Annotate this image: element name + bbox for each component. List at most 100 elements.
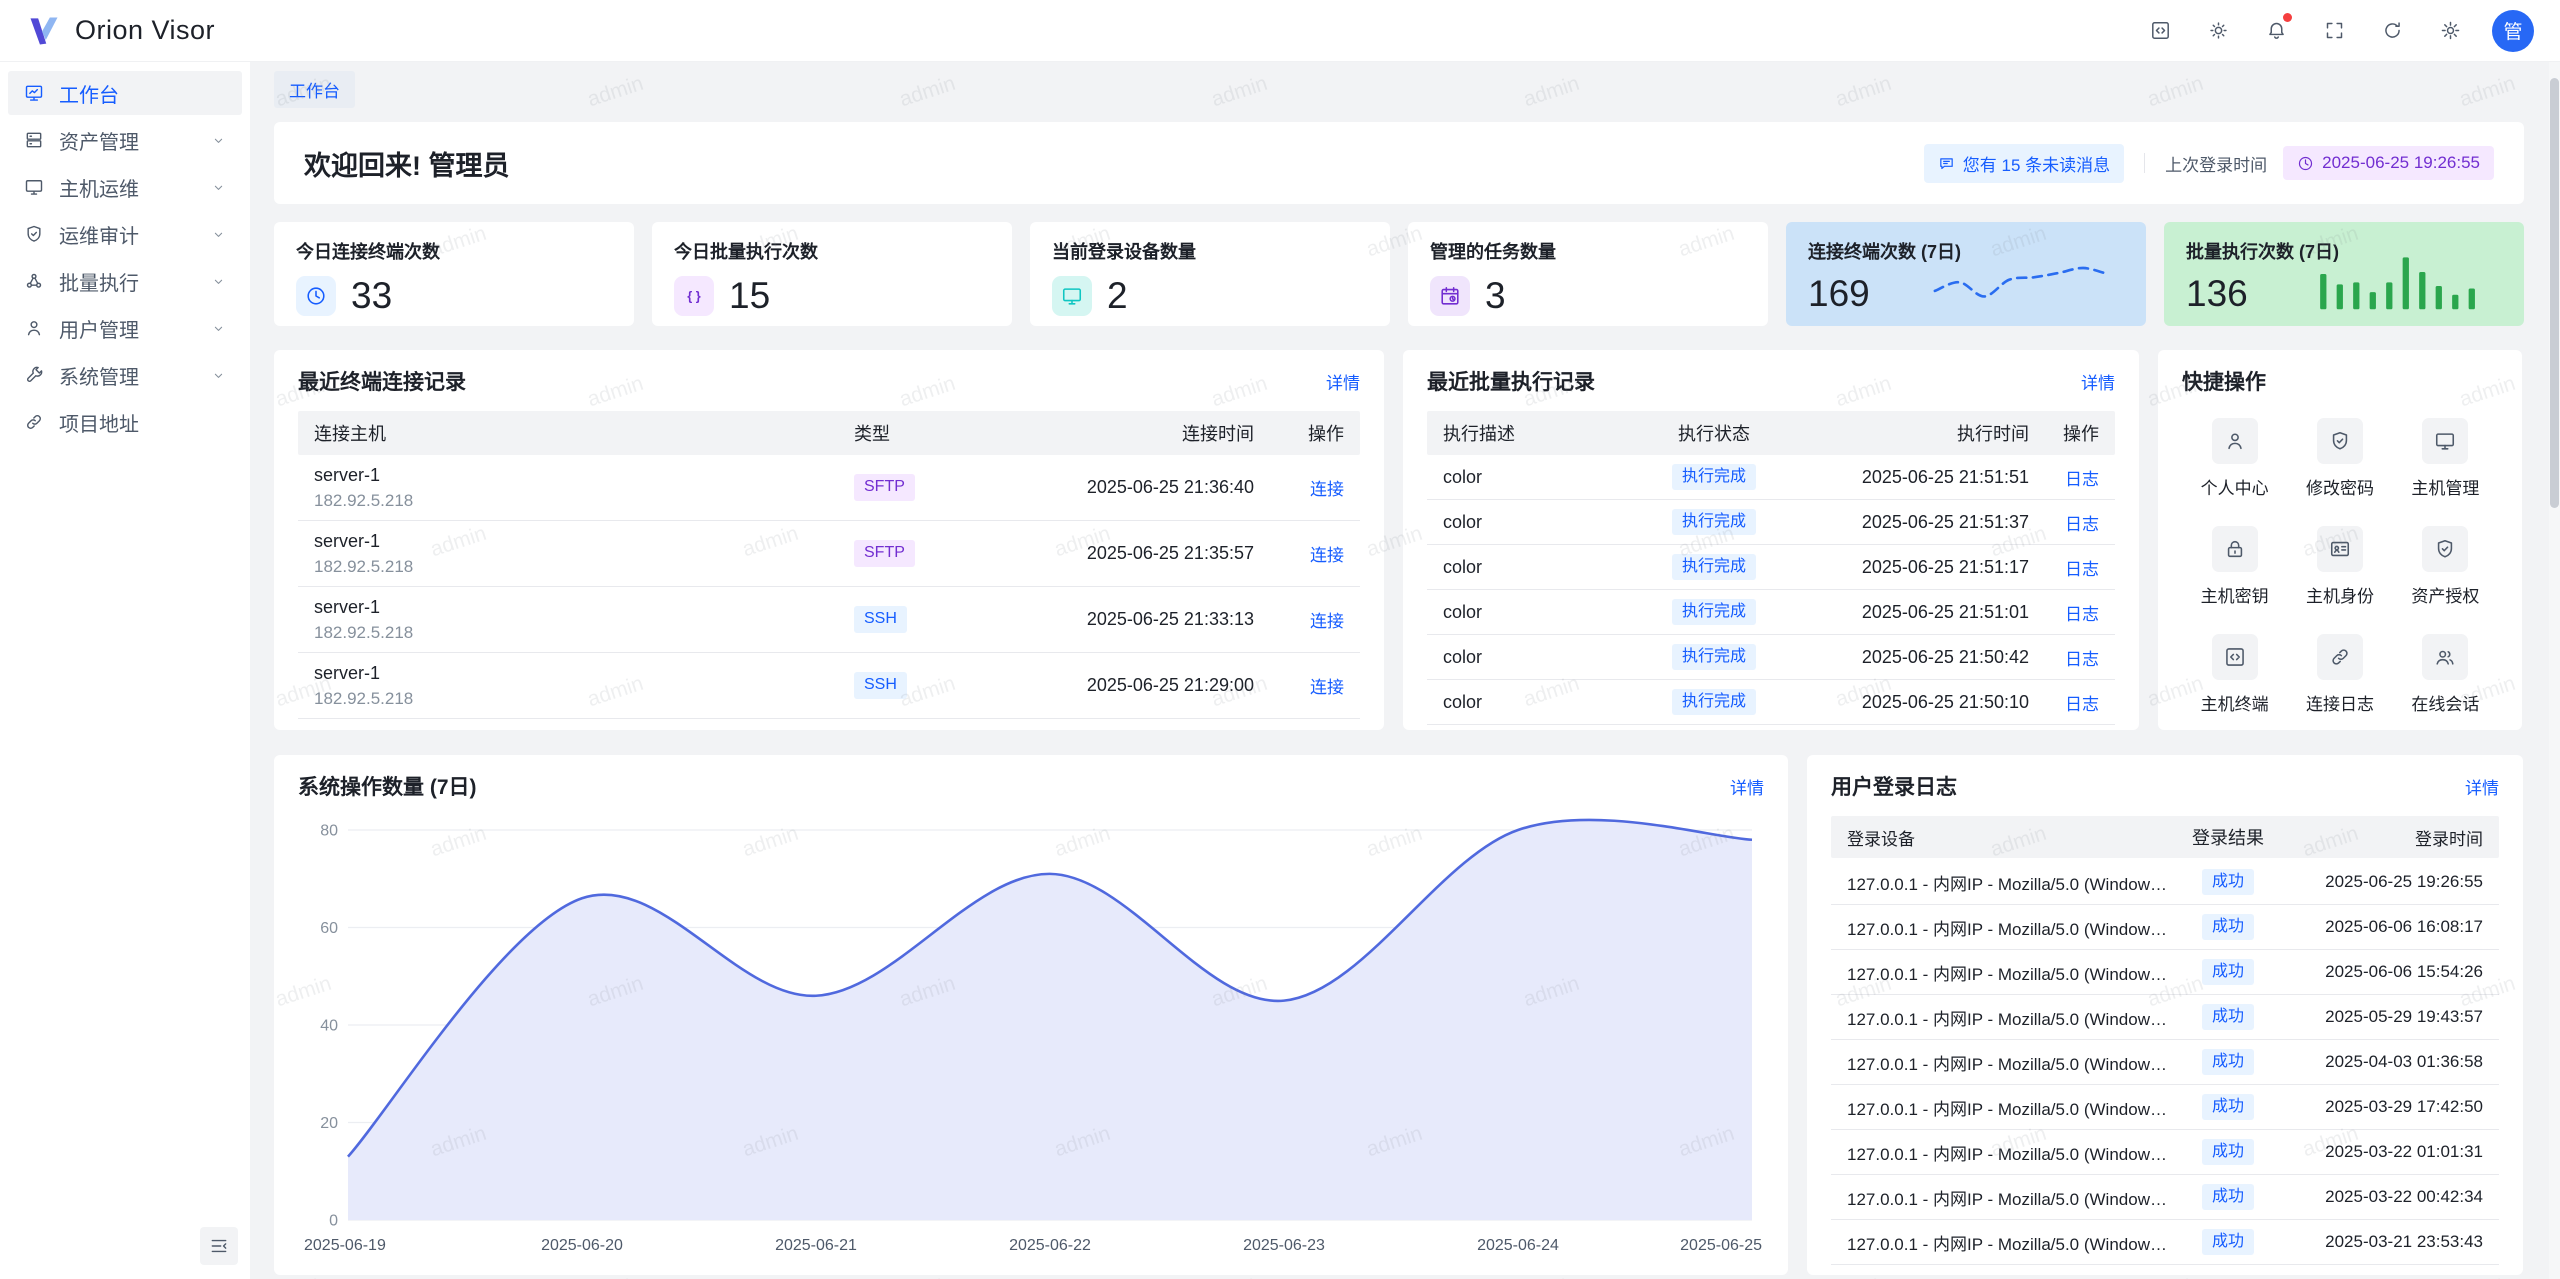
column-header: 执行时间 (1789, 420, 2029, 446)
welcome-meta: 您有 15 条未读消息 上次登录时间 2025-06-25 19:26:55 (1924, 144, 2494, 183)
stat-card-today-terminal-count: 今日连接终端次数33 (274, 222, 634, 326)
stat-card-value-row: 33 (296, 275, 612, 317)
bottom-row: 系统操作数量 (7日) 详情 0204060802025-06-192025-0… (274, 755, 2524, 1275)
host-name: server-1 (314, 465, 854, 486)
quickop-online-session[interactable]: 在线会话 (2393, 634, 2498, 715)
braces-icon: { } (674, 276, 714, 316)
column-header: 执行状态 (1639, 420, 1789, 446)
login-device: 127.0.0.1 - 内网IP - Mozilla/5.0 (Windows … (1847, 1095, 2178, 1120)
table-row: server-1182.92.5.218SSH2025-06-25 21:29:… (298, 653, 1360, 719)
sidebar-item-workbench[interactable]: 工作台 (8, 71, 242, 115)
result-badge: 成功 (2202, 914, 2254, 940)
result-cell: 成功 (2178, 869, 2278, 895)
login-time: 2025-04-03 01:36:58 (2278, 1052, 2483, 1072)
vertical-scrollbar[interactable] (2549, 62, 2560, 1279)
quickop-change-password[interactable]: 修改密码 (2287, 418, 2392, 499)
login-device: 127.0.0.1 - 内网IP - Mozilla/5.0 (Windows … (1847, 1140, 2178, 1165)
lock-icon (2212, 526, 2258, 572)
table-row: color执行完成2025-06-25 21:51:17日志 (1427, 545, 2115, 590)
theme-icon[interactable] (2196, 9, 2240, 53)
system-operations-detail-link[interactable]: 详情 (1730, 774, 1764, 799)
host-cell: server-1182.92.5.218 (314, 663, 854, 709)
last-login-label: 上次登录时间 (2165, 151, 2267, 176)
code-icon (2212, 634, 2258, 680)
action-cell: 连接 (1254, 607, 1344, 632)
log-link[interactable]: 日志 (2065, 650, 2099, 669)
action-cell: 日志 (2029, 600, 2099, 625)
action-cell: 日志 (2029, 510, 2099, 535)
orion-logo-icon (26, 13, 62, 49)
sidebar-collapse-button[interactable] (200, 1227, 238, 1265)
quickop-profile[interactable]: 个人中心 (2182, 418, 2287, 499)
system-operations-title: 系统操作数量 (7日) (298, 771, 477, 801)
action-cell: 连接 (1254, 673, 1344, 698)
sidebar-item-label: 用户管理 (59, 314, 139, 343)
connect-time: 2025-06-25 21:35:57 (974, 543, 1254, 564)
connect-link[interactable]: 连接 (1310, 480, 1344, 499)
quickop-host-manage[interactable]: 主机管理 (2393, 418, 2498, 499)
quick-ops-title: 快捷操作 (2182, 366, 2266, 396)
column-header: 操作 (1254, 420, 1344, 446)
sidebar-item-ops-audit[interactable]: 运维审计 (8, 212, 242, 256)
log-link[interactable]: 日志 (2065, 470, 2099, 489)
sidebar-item-project-link[interactable]: 项目地址 (8, 400, 242, 444)
connect-link[interactable]: 连接 (1310, 546, 1344, 565)
exec-desc: color (1443, 647, 1639, 668)
exec-records-detail-link[interactable]: 详情 (2081, 369, 2115, 394)
quickop-host-key[interactable]: 主机密钥 (2182, 526, 2287, 607)
connect-link[interactable]: 连接 (1310, 612, 1344, 631)
monitor-icon (1052, 276, 1092, 316)
sidebar-item-host-ops[interactable]: 主机运维 (8, 165, 242, 209)
storage-icon (24, 130, 44, 150)
unread-messages-badge[interactable]: 您有 15 条未读消息 (1924, 144, 2124, 183)
quickop-label: 资产授权 (2411, 582, 2479, 607)
column-header: 执行描述 (1443, 420, 1639, 446)
stat-card-value-row: { }15 (674, 275, 990, 317)
table-row: color执行完成2025-06-25 21:51:37日志 (1427, 500, 2115, 545)
stat-card-label: 管理的任务数量 (1430, 238, 1746, 264)
log-link[interactable]: 日志 (2065, 605, 2099, 624)
quickop-label: 在线会话 (2411, 690, 2479, 715)
status-badge: 执行完成 (1672, 644, 1756, 670)
quickop-connect-log[interactable]: 连接日志 (2287, 634, 2392, 715)
settings-icon[interactable] (2428, 9, 2472, 53)
sidebar-item-user-manage[interactable]: 用户管理 (8, 306, 242, 350)
terminal-records-card: 最近终端连接记录 详情 连接主机类型连接时间操作server-1182.92.5… (274, 350, 1384, 730)
svg-text:{ }: { } (687, 289, 701, 304)
table-row: color执行完成2025-06-25 21:51:51日志 (1427, 455, 2115, 500)
log-link[interactable]: 日志 (2065, 560, 2099, 579)
table-header-row: 登录设备登录结果登录时间 (1831, 816, 2499, 858)
connect-link[interactable]: 连接 (1310, 678, 1344, 697)
login-time: 2025-03-22 00:42:34 (2278, 1187, 2483, 1207)
host-ip: 182.92.5.218 (314, 557, 854, 577)
host-cell: server-1182.92.5.218 (314, 531, 854, 577)
table-header-row: 连接主机类型连接时间操作 (298, 411, 1360, 455)
log-link[interactable]: 日志 (2065, 515, 2099, 534)
user-avatar[interactable]: 管 (2492, 10, 2534, 52)
table-row: color执行完成2025-06-25 21:50:10日志 (1427, 680, 2115, 725)
table-row: 127.0.0.1 - 内网IP - Mozilla/5.0 (Windows … (1831, 1130, 2499, 1175)
code-icon[interactable] (2138, 9, 2182, 53)
stat-card-label: 当前登录设备数量 (1052, 238, 1368, 264)
status-cell: 执行完成 (1639, 644, 1789, 670)
sidebar-item-system-manage[interactable]: 系统管理 (8, 353, 242, 397)
result-badge: 成功 (2202, 959, 2254, 985)
sidebar-item-label: 项目地址 (59, 408, 139, 437)
table-row: color执行完成2025-06-25 21:50:42日志 (1427, 635, 2115, 680)
quickop-host-terminal[interactable]: 主机终端 (2182, 634, 2287, 715)
quickop-asset-grant[interactable]: 资产授权 (2393, 526, 2498, 607)
quickop-label: 连接日志 (2306, 690, 2374, 715)
breadcrumb-item-workbench[interactable]: 工作台 (274, 71, 355, 108)
login-log-detail-link[interactable]: 详情 (2465, 774, 2499, 799)
quickop-host-identity[interactable]: 主机身份 (2287, 526, 2392, 607)
fullscreen-icon[interactable] (2312, 9, 2356, 53)
result-cell: 成功 (2178, 1229, 2278, 1255)
terminal-records-detail-link[interactable]: 详情 (1326, 369, 1360, 394)
refresh-icon[interactable] (2370, 9, 2414, 53)
svg-text:2025-06-23: 2025-06-23 (1243, 1237, 1325, 1254)
bell-icon[interactable] (2254, 9, 2298, 53)
scrollbar-thumb[interactable] (2550, 78, 2559, 508)
log-link[interactable]: 日志 (2065, 695, 2099, 714)
sidebar-item-batch-exec[interactable]: 批量执行 (8, 259, 242, 303)
sidebar-item-asset-manage[interactable]: 资产管理 (8, 118, 242, 162)
